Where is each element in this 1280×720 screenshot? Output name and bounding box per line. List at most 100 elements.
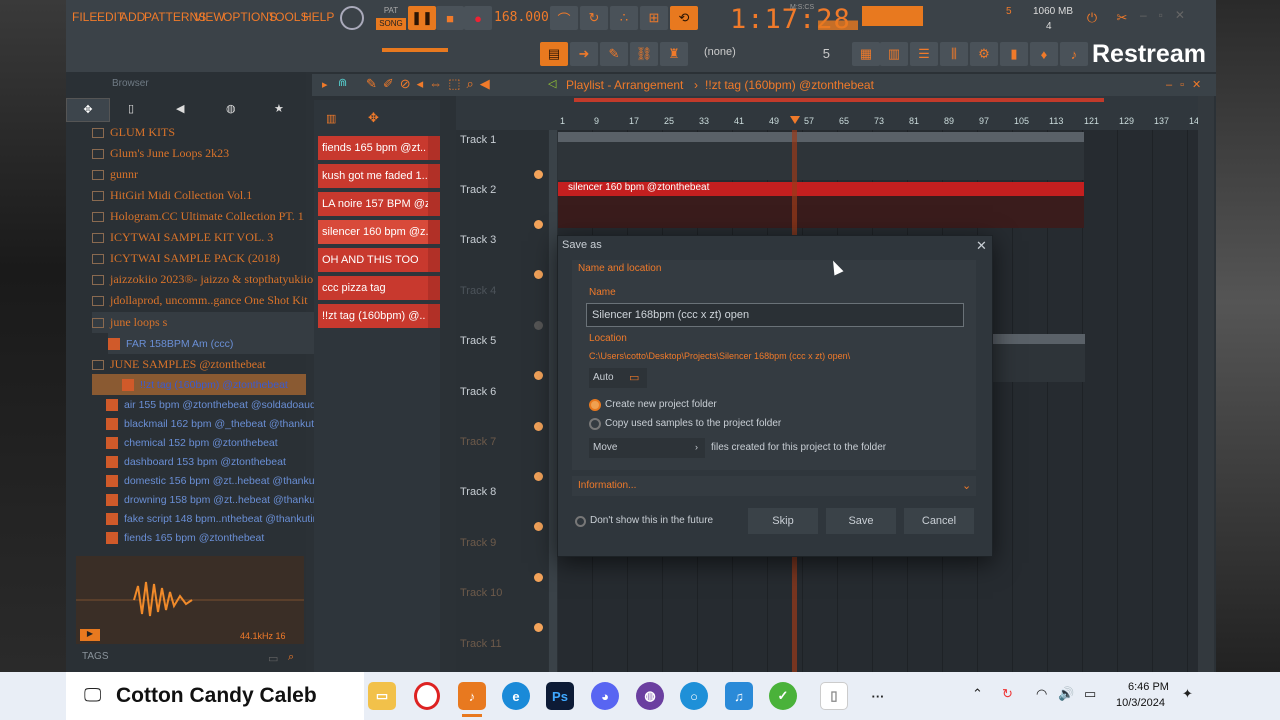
track-name[interactable]: Track 9 bbox=[460, 537, 496, 549]
tags-search-icon[interactable]: ⌕ bbox=[288, 651, 294, 664]
tray-app-icon[interactable]: ↻ bbox=[1002, 686, 1013, 702]
browser-star-icon[interactable]: ★ bbox=[274, 102, 284, 115]
browser-file[interactable]: blackmail 162 bpm @_thebeat @thankutimmy bbox=[106, 413, 330, 434]
loop-record-icon[interactable]: ⟲ bbox=[670, 6, 698, 30]
track-name[interactable]: Track 2 bbox=[460, 184, 496, 196]
plugin-icon[interactable]: ⚙ bbox=[970, 42, 998, 66]
pattern-clip[interactable]: fiends 165 bpm @zt.. bbox=[318, 136, 440, 160]
edge-icon[interactable]: e bbox=[502, 682, 530, 710]
browser-file[interactable]: dashboard 153 bpm @ztonthebeat bbox=[106, 451, 330, 472]
pattern-clip[interactable]: kush got me faded 1.. bbox=[318, 164, 440, 188]
fl-studio-icon[interactable]: ♪ bbox=[458, 682, 486, 710]
track-name[interactable]: Track 4 bbox=[460, 285, 496, 297]
app-icon[interactable]: ◍ bbox=[636, 682, 664, 710]
browser-file[interactable]: fiends 165 bpm @ztonthebeat bbox=[106, 527, 330, 548]
pattern-clip[interactable]: LA noire 157 BPM @z.. bbox=[318, 192, 440, 216]
tags-folder-icon[interactable]: ▭ bbox=[268, 652, 278, 665]
pat-toggle[interactable]: PAT bbox=[376, 6, 406, 16]
menu-add[interactable]: ADD bbox=[120, 10, 145, 24]
playlist-tools-icons[interactable]: ✎✐⊘◂⇔⬚⌕◀ bbox=[366, 76, 496, 92]
browser-folder[interactable]: Glum's June Loops 2k23 bbox=[92, 143, 316, 164]
menu-help[interactable]: HELP bbox=[303, 10, 334, 24]
track1-clip[interactable] bbox=[558, 132, 1084, 180]
magnet-icon[interactable]: ⋒ bbox=[338, 76, 347, 89]
window-controls[interactable]: –▫✕ bbox=[1140, 8, 1197, 22]
track2-clip[interactable]: silencer 160 bpm @ztonthebeat bbox=[558, 182, 1084, 196]
track5-clip[interactable] bbox=[993, 334, 1085, 382]
pattern-selector[interactable]: (none) bbox=[704, 46, 764, 64]
track-mute-dot[interactable] bbox=[534, 472, 543, 481]
notepad-icon[interactable]: ▯ bbox=[820, 682, 848, 710]
picker-audio-icon[interactable]: ✥ bbox=[368, 110, 379, 126]
playlist-arrow-icon[interactable]: ▸ bbox=[322, 78, 328, 91]
step-selector[interactable]: 5 bbox=[790, 46, 830, 64]
tempo-display[interactable]: 168.000 bbox=[494, 10, 549, 25]
step-edit-icon[interactable]: ⊞ bbox=[640, 6, 668, 30]
browser-folder[interactable]: ICYTWAI SAMPLE PACK (2018) bbox=[92, 248, 316, 269]
taskbar-date[interactable]: 10/3/2024 bbox=[1116, 697, 1165, 709]
song-toggle[interactable]: SONG bbox=[376, 18, 406, 30]
track-mute-dot[interactable] bbox=[534, 623, 543, 632]
browser-folder[interactable]: june loops s bbox=[92, 312, 316, 333]
browser-file[interactable]: domestic 156 bpm @zt..hebeat @thankutimm… bbox=[106, 470, 330, 491]
browser-folder[interactable]: JUNE SAMPLES @ztonthebeat bbox=[92, 354, 316, 375]
cancel-button[interactable]: Cancel bbox=[904, 508, 974, 534]
project-name-input[interactable] bbox=[586, 303, 964, 327]
browser-folder[interactable]: gunnr bbox=[92, 164, 316, 185]
link-icon[interactable]: ⛓ bbox=[630, 42, 658, 66]
metronome-icon[interactable]: ⌒ bbox=[550, 6, 578, 30]
browser-plugins-icon[interactable]: ◍ bbox=[226, 102, 236, 115]
playlist-view-icon[interactable]: ▤ bbox=[540, 42, 568, 66]
pattern-clip[interactable]: silencer 160 bpm @z.. bbox=[318, 220, 440, 244]
tool-icon[interactable]: ✂ bbox=[1108, 6, 1136, 30]
picker-pattern-icon[interactable]: ▥ bbox=[326, 112, 336, 125]
wait-record-icon[interactable]: ↻ bbox=[580, 6, 608, 30]
more-apps-icon[interactable]: ··· bbox=[864, 682, 892, 710]
move-dropdown[interactable]: Move › bbox=[589, 438, 705, 458]
browser-file[interactable]: FAR 158BPM Am (ccc) bbox=[108, 333, 332, 354]
track-name[interactable]: Track 11 bbox=[460, 638, 502, 650]
copy-samples-radio[interactable] bbox=[589, 418, 601, 430]
skip-button[interactable]: Skip bbox=[748, 508, 818, 534]
track-mute-dot[interactable] bbox=[534, 270, 543, 279]
dont-show-radio[interactable] bbox=[575, 516, 586, 527]
track-name[interactable]: Track 7 bbox=[460, 436, 496, 448]
preview-play-icon[interactable]: ▶ bbox=[80, 629, 100, 641]
plugin-picker-icon[interactable]: ♦ bbox=[1030, 42, 1058, 66]
browser-speaker-icon[interactable]: ◀ bbox=[176, 102, 184, 115]
browser-folder[interactable]: jdollaprod, uncomm..gance One Shot Kit bbox=[92, 290, 316, 311]
tray-chevron-up-icon[interactable]: ⌃ bbox=[972, 686, 983, 702]
power-icon[interactable]: ⏻ bbox=[1078, 6, 1106, 30]
pattern-clip[interactable]: ccc pizza tag bbox=[318, 276, 440, 300]
browser-file[interactable]: drowning 158 bpm @zt..hebeat @thankutimm… bbox=[106, 489, 330, 510]
stamp-icon[interactable]: ♜ bbox=[660, 42, 688, 66]
battery-icon[interactable]: ▭ bbox=[1084, 686, 1096, 702]
wifi-icon[interactable]: ◠ bbox=[1036, 686, 1047, 702]
pattern-clip[interactable]: !!zt tag (160bpm) @.. bbox=[318, 304, 440, 328]
volume-icon[interactable]: 🔊 bbox=[1058, 686, 1074, 702]
browser-folder[interactable]: jaizzokiio 2023®- jaizzo & stopthatyukii… bbox=[92, 269, 316, 290]
touch-keyboard-icon[interactable]: ♪ bbox=[1060, 42, 1088, 66]
playlist-icon[interactable]: ▦ bbox=[852, 42, 880, 66]
track-mute-dot[interactable] bbox=[534, 371, 543, 380]
track-name[interactable]: Track 6 bbox=[460, 386, 496, 398]
main-pitch-slider[interactable] bbox=[382, 48, 448, 52]
track-name[interactable]: Track 1 bbox=[460, 134, 496, 146]
browser-ring-icon[interactable]: ○ bbox=[680, 682, 708, 710]
track-name[interactable]: Track 3 bbox=[460, 234, 496, 246]
browser-selected-file[interactable]: !!zt tag (160bpm) @ztonthebeat bbox=[92, 374, 306, 395]
master-volume-knob[interactable] bbox=[340, 6, 364, 30]
channel-rack-icon[interactable]: ☰ bbox=[910, 42, 938, 66]
piano-roll-icon[interactable]: ▥ bbox=[880, 42, 908, 66]
file-explorer-icon[interactable]: ▭ bbox=[368, 682, 396, 710]
pause-button[interactable]: ❚❚ bbox=[408, 6, 436, 30]
playlist-scrollbar[interactable] bbox=[1198, 96, 1214, 672]
audio-app-icon[interactable]: ♫ bbox=[725, 682, 753, 710]
track-mute-dot[interactable] bbox=[534, 170, 543, 179]
folder-icon[interactable]: ▮ bbox=[1000, 42, 1028, 66]
track-name[interactable]: Track 10 bbox=[460, 587, 502, 599]
forward-icon[interactable]: ➜ bbox=[570, 42, 598, 66]
countdown-icon[interactable]: ∴ bbox=[610, 6, 638, 30]
browser-file[interactable]: fake script 148 bpm..nthebeat @thankutim… bbox=[106, 508, 330, 529]
chat-app-icon[interactable]: ✓ bbox=[769, 682, 797, 710]
